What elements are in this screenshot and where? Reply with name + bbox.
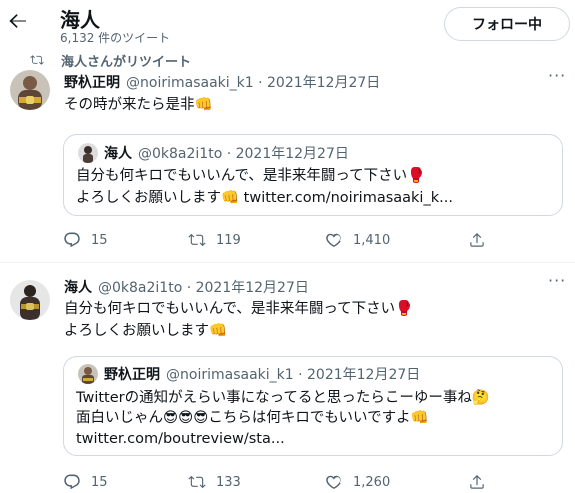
avatar xyxy=(78,143,98,163)
tweet-count: 6,132 件のツイート xyxy=(60,31,171,45)
retweet-banner-text: 海人さんがリツイート xyxy=(61,54,192,70)
quote-handle-date: @0k8a2i1to · 2021年12月27日 xyxy=(138,146,349,162)
divider xyxy=(0,262,575,263)
like-button[interactable]: 1,260 xyxy=(325,473,390,491)
tweet-text: その時が来たら是非👊 xyxy=(64,97,213,113)
tweet-text-line1: 自分も何キロでもいいんで、是非来年闘って下さい🥊 xyxy=(64,301,414,317)
quote-text-line1: 自分も何キロでもいいんで、是非来年闘って下さい🥊 xyxy=(76,168,426,184)
author-name[interactable]: 海人 xyxy=(64,277,92,297)
quote-header: 海人 @0k8a2i1to · 2021年12月27日 xyxy=(104,143,349,163)
like-button[interactable]: 1,410 xyxy=(325,231,390,249)
author-name[interactable]: 野杁正明 xyxy=(64,72,120,92)
tweet-actions: 15 119 1,410 xyxy=(63,231,563,251)
following-button[interactable]: フォロー中 xyxy=(444,7,570,41)
author-handle-date[interactable]: @0k8a2i1to · 2021年12月27日 xyxy=(98,277,309,297)
quote-text-line1: Twitterの通知がえらい事になってると思ったらこーゆー事ね🤔 xyxy=(76,390,490,406)
tweet-text-line2: よろしくお願いします👊 xyxy=(64,323,228,339)
retweet-count: 133 xyxy=(216,474,241,490)
share-icon xyxy=(470,474,484,489)
share-button[interactable] xyxy=(468,231,486,249)
quote-header: 野杁正明 @noirimasaaki_k1 · 2021年12月27日 xyxy=(104,364,420,384)
tweet-actions: 15 133 1,260 xyxy=(63,473,563,493)
more-icon[interactable]: ··· xyxy=(548,66,566,85)
quote-text-line2: よろしくお願いします👊 twitter.com/noirimasaaki_k..… xyxy=(76,190,453,206)
quote-handle-date: @noirimasaaki_k1 · 2021年12月27日 xyxy=(166,367,421,383)
retweet-icon xyxy=(30,55,44,65)
retweet-button[interactable]: 119 xyxy=(188,231,241,249)
quoted-tweet[interactable]: 野杁正明 @noirimasaaki_k1 · 2021年12月27日 Twit… xyxy=(63,356,563,456)
reply-icon xyxy=(64,474,80,490)
quote-author-name: 海人 xyxy=(104,146,132,162)
avatar[interactable] xyxy=(10,70,50,110)
like-count: 1,260 xyxy=(353,474,391,490)
profile-header: 海人 6,132 件のツイート フォロー中 xyxy=(0,0,575,45)
share-button[interactable] xyxy=(468,473,486,491)
reply-count: 15 xyxy=(91,232,108,248)
retweet-banner: 海人さんがリツイート xyxy=(30,52,192,70)
tweet-header: 野杁正明 @noirimasaaki_k1 · 2021年12月27日 xyxy=(64,72,380,92)
back-arrow-icon[interactable] xyxy=(6,9,30,33)
quote-text-line2: 面白いじゃん😎😎😎こちらは何キロでもいいですよ👊 xyxy=(76,410,429,426)
reply-icon xyxy=(64,232,80,248)
avatar[interactable] xyxy=(10,280,50,320)
reply-count: 15 xyxy=(91,474,108,490)
like-icon xyxy=(326,475,341,489)
retweet-count: 119 xyxy=(216,232,241,248)
tweet-header: 海人 @0k8a2i1to · 2021年12月27日 xyxy=(64,277,309,297)
reply-button[interactable]: 15 xyxy=(63,473,108,491)
retweet-button[interactable]: 133 xyxy=(188,473,241,491)
reply-button[interactable]: 15 xyxy=(63,231,108,249)
more-icon[interactable]: ··· xyxy=(548,271,566,290)
quoted-tweet[interactable]: 海人 @0k8a2i1to · 2021年12月27日 自分も何キロでもいいんで… xyxy=(63,134,563,216)
share-icon xyxy=(470,232,484,247)
like-count: 1,410 xyxy=(353,232,391,248)
quote-author-name: 野杁正明 xyxy=(104,367,160,383)
avatar xyxy=(78,364,98,384)
retweet-icon xyxy=(188,233,206,247)
retweet-icon xyxy=(188,475,206,489)
quote-link[interactable]: twitter.com/boutreview/sta... xyxy=(76,428,285,450)
author-handle-date[interactable]: @noirimasaaki_k1 · 2021年12月27日 xyxy=(126,72,380,92)
like-icon xyxy=(326,233,341,247)
